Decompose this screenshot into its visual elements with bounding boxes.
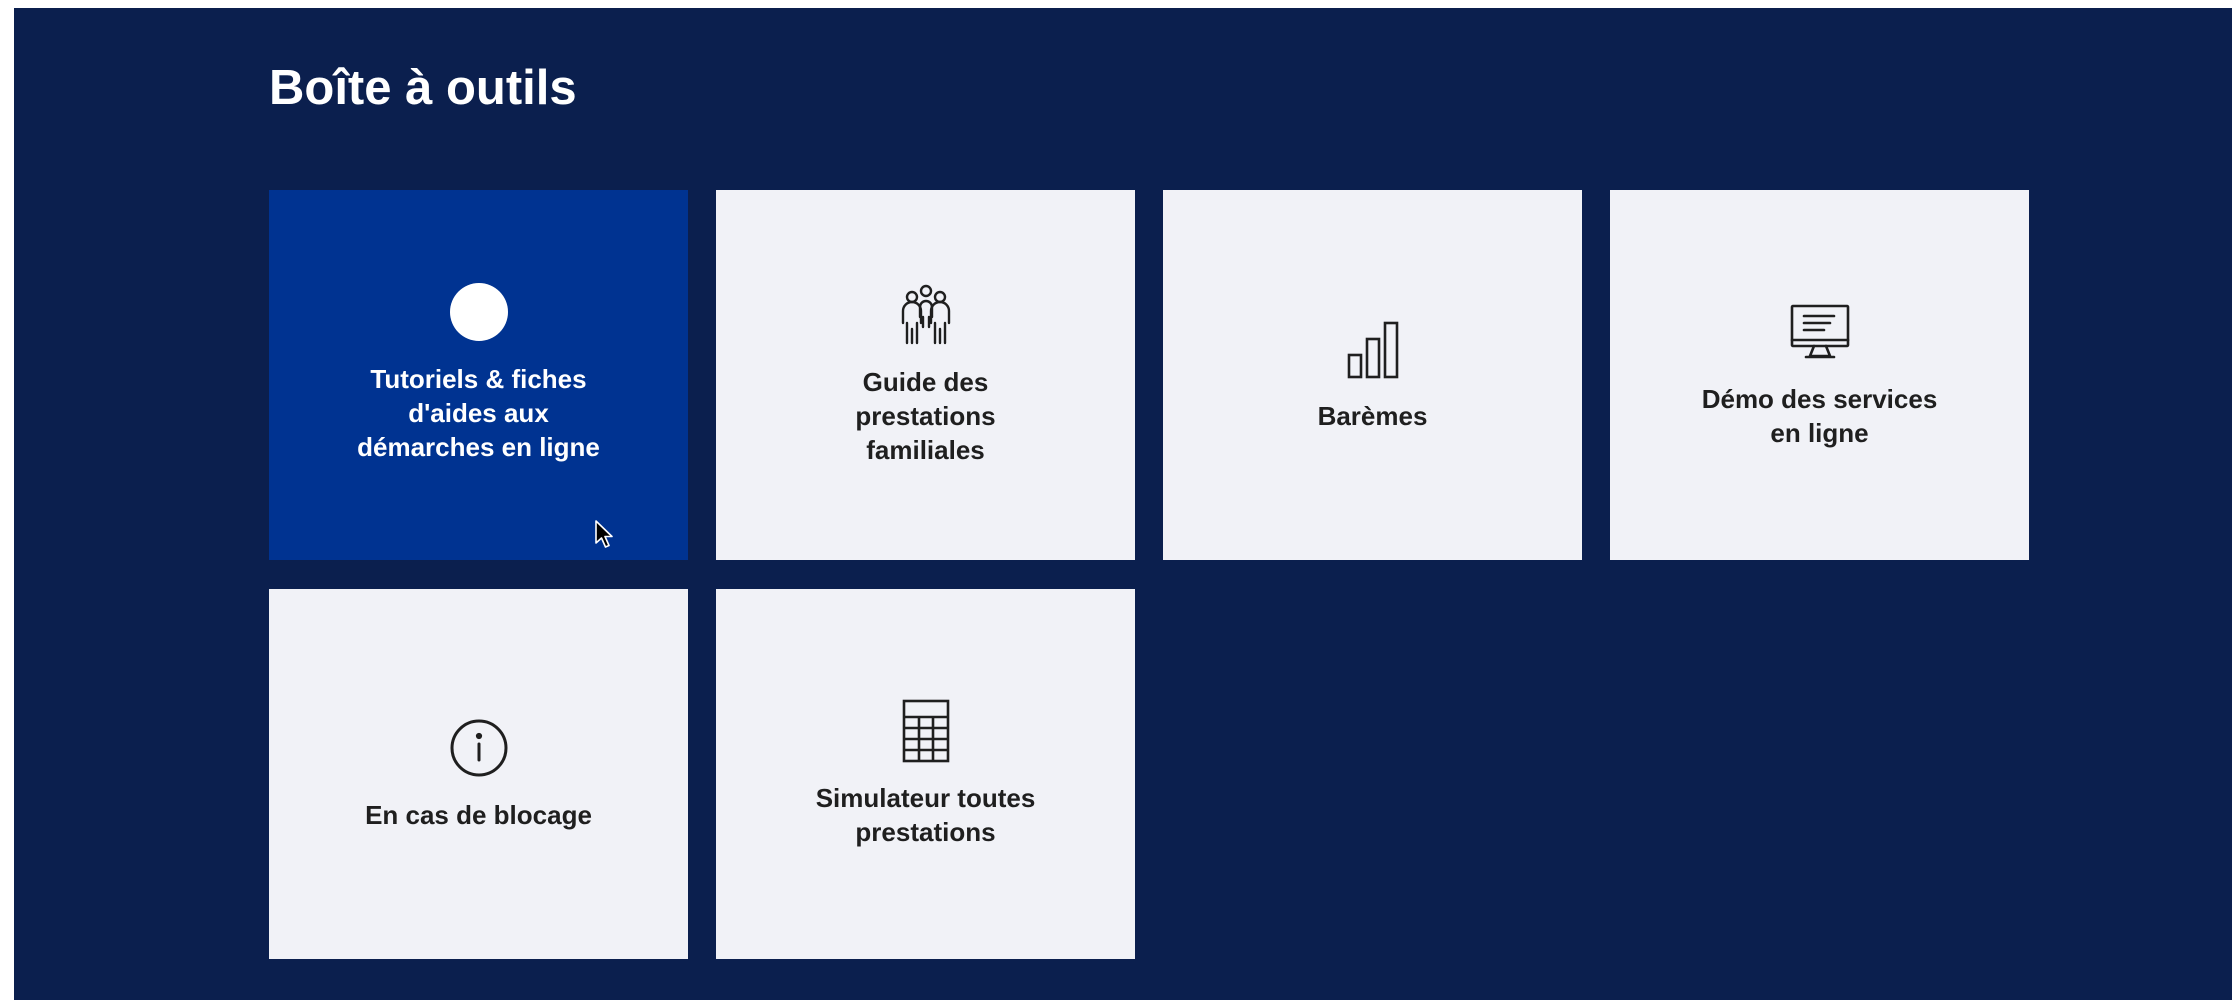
tile-baremes[interactable]: Barèmes xyxy=(1163,190,1582,560)
section-title: Boîte à outils xyxy=(269,61,577,115)
calculator-icon xyxy=(894,699,958,763)
tile-label: Guide des prestations familiales xyxy=(855,367,996,465)
tile-label: Démo des services en ligne xyxy=(1701,384,1938,448)
tile-label: Tutoriels & fiches d'aides aux démarches… xyxy=(357,364,600,462)
tile-label: Barèmes xyxy=(1317,401,1428,431)
monitor-icon xyxy=(1788,300,1852,364)
tile-guide-prestations[interactable]: Guide des prestations familiales xyxy=(716,190,1135,560)
circle-icon xyxy=(447,280,511,344)
tile-label: En cas de blocage xyxy=(365,800,592,830)
tile-tutoriels[interactable]: Tutoriels & fiches d'aides aux démarches… xyxy=(269,190,688,560)
toolbox-section: Boîte à outils Tutoriels & fiches d'aide… xyxy=(14,8,2232,1000)
info-icon xyxy=(447,716,511,780)
tile-simulateur[interactable]: Simulateur toutes prestations xyxy=(716,589,1135,959)
tile-demo-services[interactable]: Démo des services en ligne xyxy=(1610,190,2029,560)
tile-label: Simulateur toutes prestations xyxy=(815,783,1036,847)
bar-chart-icon xyxy=(1341,317,1405,381)
family-icon xyxy=(894,283,958,347)
toolbox-grid: Tutoriels & fiches d'aides aux démarches… xyxy=(269,190,2031,959)
mouse-pointer-icon xyxy=(595,520,613,548)
tile-en-cas-de-blocage[interactable]: En cas de blocage xyxy=(269,589,688,959)
